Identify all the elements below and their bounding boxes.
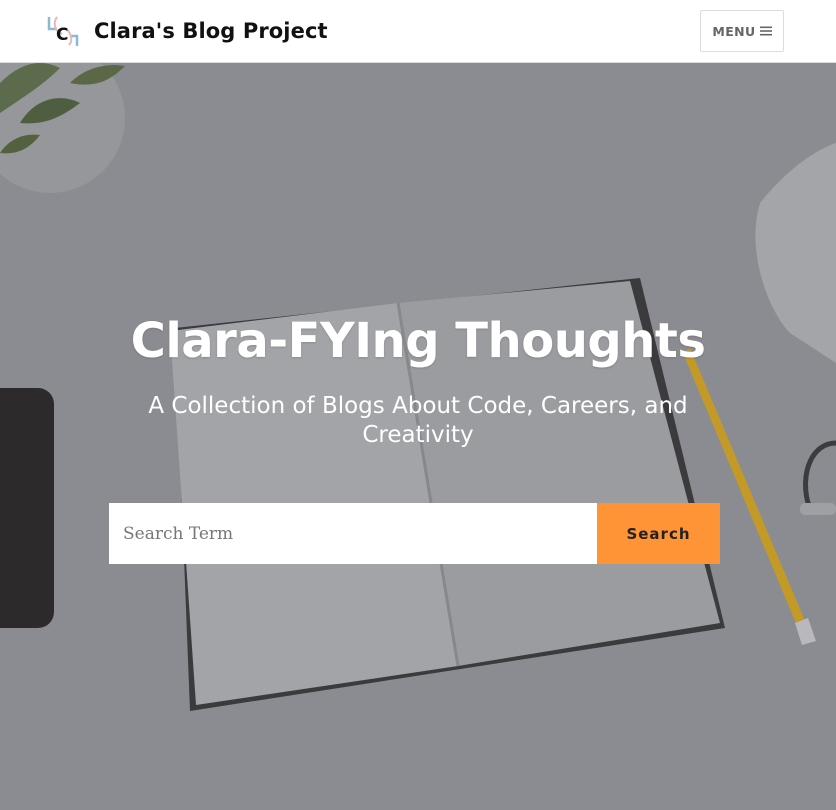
- brand-title: Clara's Blog Project: [94, 19, 328, 43]
- menu-label: MENU: [712, 23, 756, 39]
- navbar: C Clara's Blog Project MENU: [0, 0, 836, 63]
- brand-logo-icon: C: [47, 16, 79, 46]
- search-input[interactable]: [109, 503, 597, 564]
- hero-section: Clara-FYIng Thoughts A Collection of Blo…: [0, 63, 836, 810]
- brand-link[interactable]: C Clara's Blog Project: [46, 14, 328, 48]
- menu-button[interactable]: MENU: [700, 10, 784, 52]
- svg-text:C: C: [56, 25, 68, 45]
- hero-title: Clara-FYIng Thoughts: [130, 313, 706, 369]
- hamburger-icon: [759, 26, 772, 36]
- hero-subtitle: A Collection of Blogs About Code, Career…: [148, 393, 688, 448]
- search-button[interactable]: Search: [597, 503, 720, 564]
- search-form: Search: [109, 503, 720, 564]
